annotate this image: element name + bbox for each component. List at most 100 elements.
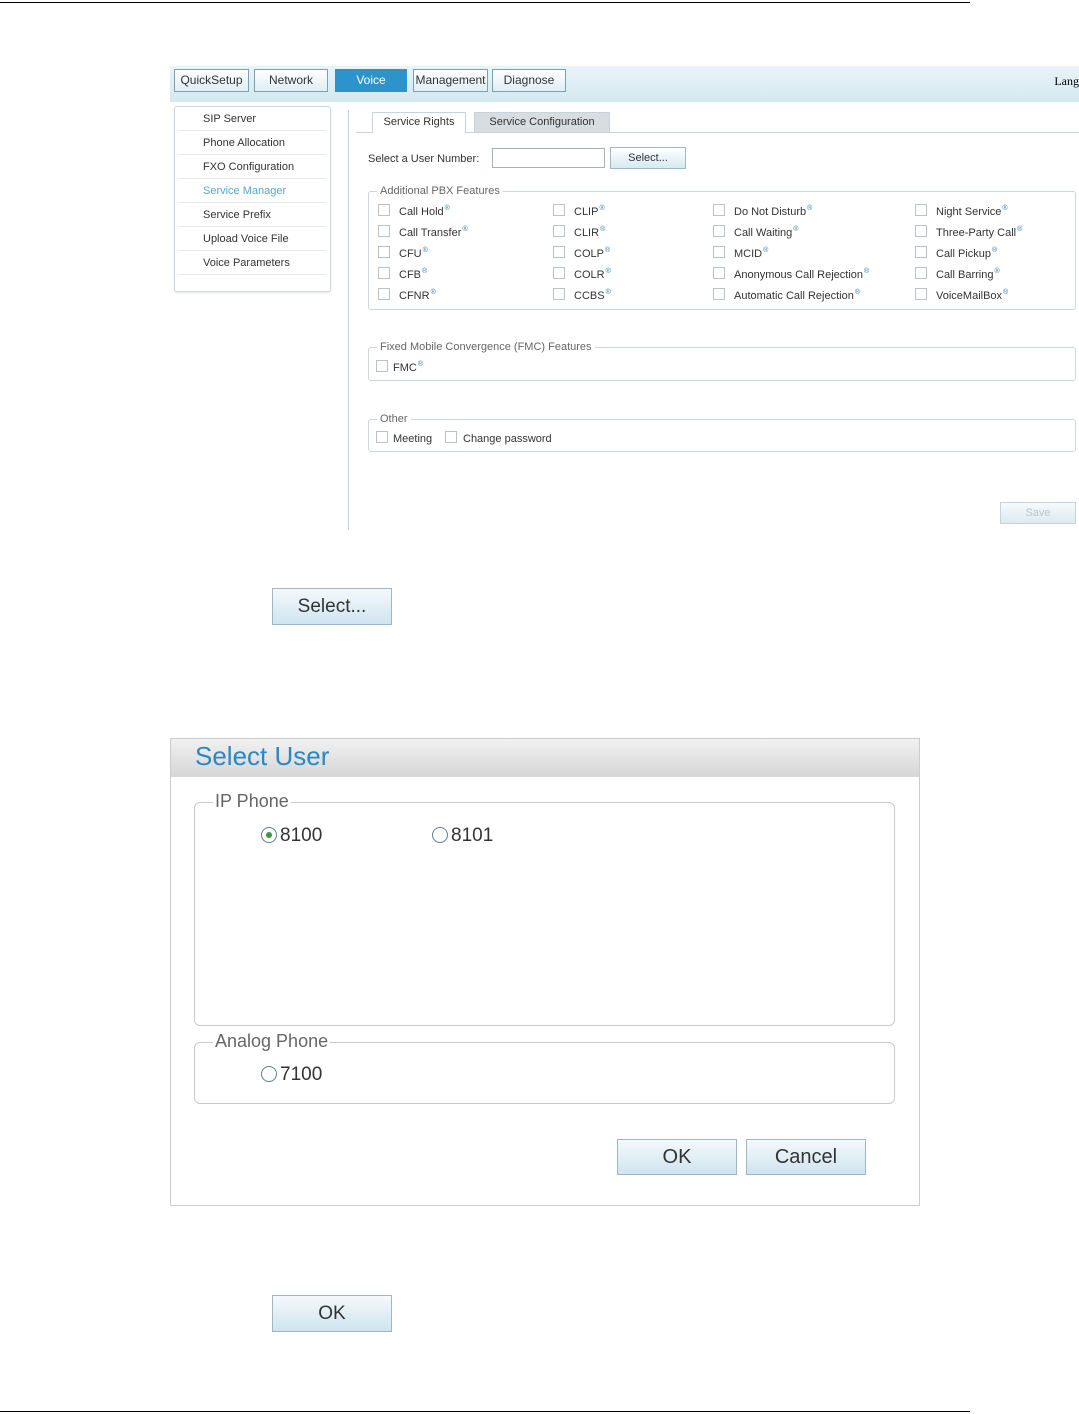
feature-call-barring[interactable]: Call Barring® — [915, 267, 1000, 281]
select-button-large[interactable]: Select... — [272, 588, 392, 625]
help-icon[interactable]: ® — [462, 226, 467, 233]
sidebar-item-fxo-configuration[interactable]: FXO Configuration — [179, 155, 326, 179]
help-icon[interactable]: ® — [1017, 226, 1022, 233]
bottom-rule — [0, 1411, 970, 1412]
nav-tab-management[interactable]: Management — [413, 69, 488, 92]
content-divider — [348, 110, 349, 530]
clip-checkbox[interactable] — [553, 204, 565, 216]
help-icon[interactable]: ® — [423, 247, 428, 254]
help-icon[interactable]: ® — [864, 268, 869, 275]
feature-cfnr[interactable]: CFNR® — [378, 288, 436, 302]
help-icon[interactable]: ® — [793, 226, 798, 233]
feature-call-pickup[interactable]: Call Pickup® — [915, 246, 997, 260]
sidebar-item-upload-voice-file[interactable]: Upload Voice File — [179, 227, 326, 251]
help-icon[interactable]: ® — [422, 268, 427, 275]
feature-fmc[interactable]: FMC® — [376, 360, 423, 374]
fmc-checkbox[interactable] — [376, 360, 388, 372]
help-icon[interactable]: ® — [599, 205, 604, 212]
radio-button[interactable] — [432, 827, 448, 843]
help-icon[interactable]: ® — [992, 247, 997, 254]
language-label[interactable]: Lang — [1054, 74, 1079, 89]
radio-button-checked[interactable] — [261, 827, 277, 843]
call-pickup-checkbox[interactable] — [915, 246, 927, 258]
help-icon[interactable]: ® — [605, 247, 610, 254]
do-not-disturb-checkbox[interactable] — [713, 204, 725, 216]
colp-checkbox[interactable] — [553, 246, 565, 258]
mcid-checkbox[interactable] — [713, 246, 725, 258]
top-rule — [0, 2, 970, 3]
sidebar-item-voice-parameters[interactable]: Voice Parameters — [179, 251, 326, 275]
sidebar-item-service-manager[interactable]: Service Manager — [179, 179, 326, 203]
dialog-ok-button[interactable]: OK — [617, 1139, 737, 1175]
tab-service-configuration[interactable]: Service Configuration — [474, 112, 610, 132]
feature-clip[interactable]: CLIP® — [553, 204, 605, 218]
dialog-cancel-button[interactable]: Cancel — [746, 1139, 866, 1175]
cfb-checkbox[interactable] — [378, 267, 390, 279]
help-icon[interactable]: ® — [600, 226, 605, 233]
feature-call-hold[interactable]: Call Hold® — [378, 204, 450, 218]
colr-checkbox[interactable] — [553, 267, 565, 279]
voicemailbox-checkbox[interactable] — [915, 288, 927, 300]
ccbs-checkbox[interactable] — [553, 288, 565, 300]
feature-colp[interactable]: COLP® — [553, 246, 610, 260]
help-icon[interactable]: ® — [1002, 205, 1007, 212]
call-transfer-checkbox[interactable] — [378, 225, 390, 237]
help-icon[interactable]: ® — [606, 268, 611, 275]
feature-three-party-call[interactable]: Three-Party Call® — [915, 225, 1022, 239]
nav-tab-diagnose[interactable]: Diagnose — [492, 69, 566, 92]
feature-call-transfer[interactable]: Call Transfer® — [378, 225, 468, 239]
help-icon[interactable]: ® — [1003, 289, 1008, 296]
call-waiting-checkbox[interactable] — [713, 225, 725, 237]
help-icon[interactable]: ® — [807, 205, 812, 212]
feature-ccbs[interactable]: CCBS® — [553, 288, 611, 302]
feature-cfb[interactable]: CFB® — [378, 267, 427, 281]
call-barring-checkbox[interactable] — [915, 267, 927, 279]
meeting-checkbox[interactable] — [376, 431, 388, 443]
help-icon[interactable]: ® — [763, 247, 768, 254]
select-user-button[interactable]: Select... — [610, 147, 686, 169]
feature-colr[interactable]: COLR® — [553, 267, 611, 281]
radio-option-8101[interactable]: 8101 — [432, 825, 493, 847]
help-icon[interactable]: ® — [606, 289, 611, 296]
cfu-checkbox[interactable] — [378, 246, 390, 258]
tab-service-rights[interactable]: Service Rights — [372, 112, 466, 133]
three-party-call-checkbox[interactable] — [915, 225, 927, 237]
radio-option-8100[interactable]: 8100 — [261, 825, 322, 847]
help-icon[interactable]: ® — [994, 268, 999, 275]
radio-option-7100[interactable]: 7100 — [261, 1064, 322, 1086]
clir-checkbox[interactable] — [553, 225, 565, 237]
feature-voicemailbox[interactable]: VoiceMailBox® — [915, 288, 1008, 302]
nav-tab-network[interactable]: Network — [254, 69, 328, 92]
sidebar-item-service-prefix[interactable]: Service Prefix — [179, 203, 326, 227]
feature-automatic-call-rejection[interactable]: Automatic Call Rejection® — [713, 288, 860, 302]
help-icon[interactable]: ® — [445, 205, 450, 212]
change-password-checkbox[interactable] — [445, 431, 457, 443]
feature-night-service[interactable]: Night Service® — [915, 204, 1008, 218]
automatic-call-rejection-checkbox[interactable] — [713, 288, 725, 300]
radio-button[interactable] — [261, 1066, 277, 1082]
help-icon[interactable]: ® — [418, 361, 423, 368]
feature-anonymous-call-rejection[interactable]: Anonymous Call Rejection® — [713, 267, 869, 281]
feature-mcid[interactable]: MCID® — [713, 246, 768, 260]
nav-tab-quicksetup[interactable]: QuickSetup — [174, 69, 249, 92]
help-icon[interactable]: ® — [855, 289, 860, 296]
feature-do-not-disturb[interactable]: Do Not Disturb® — [713, 204, 812, 218]
sidebar-item-phone-allocation[interactable]: Phone Allocation — [179, 131, 326, 155]
call-hold-checkbox[interactable] — [378, 204, 390, 216]
nav-tab-voice[interactable]: Voice — [335, 69, 407, 92]
feature-cfu[interactable]: CFU® — [378, 246, 428, 260]
help-icon[interactable]: ® — [431, 289, 436, 296]
feature-change-password[interactable]: Change password — [445, 431, 552, 445]
anonymous-call-rejection-checkbox[interactable] — [713, 267, 725, 279]
save-button[interactable]: Save — [1000, 502, 1076, 524]
dialog-header: Select User — [171, 739, 919, 777]
sidebar-item-sip-server[interactable]: SIP Server — [179, 107, 326, 131]
feature-call-waiting[interactable]: Call Waiting® — [713, 225, 798, 239]
feature-clir[interactable]: CLIR® — [553, 225, 605, 239]
feature-meeting[interactable]: Meeting — [376, 431, 432, 445]
user-number-input[interactable] — [492, 148, 605, 168]
ok-button-large[interactable]: OK — [272, 1295, 392, 1332]
night-service-checkbox[interactable] — [915, 204, 927, 216]
cfnr-checkbox[interactable] — [378, 288, 390, 300]
select-user-dialog: Select User IP Phone 8100 8101 Analog Ph… — [170, 738, 920, 1206]
